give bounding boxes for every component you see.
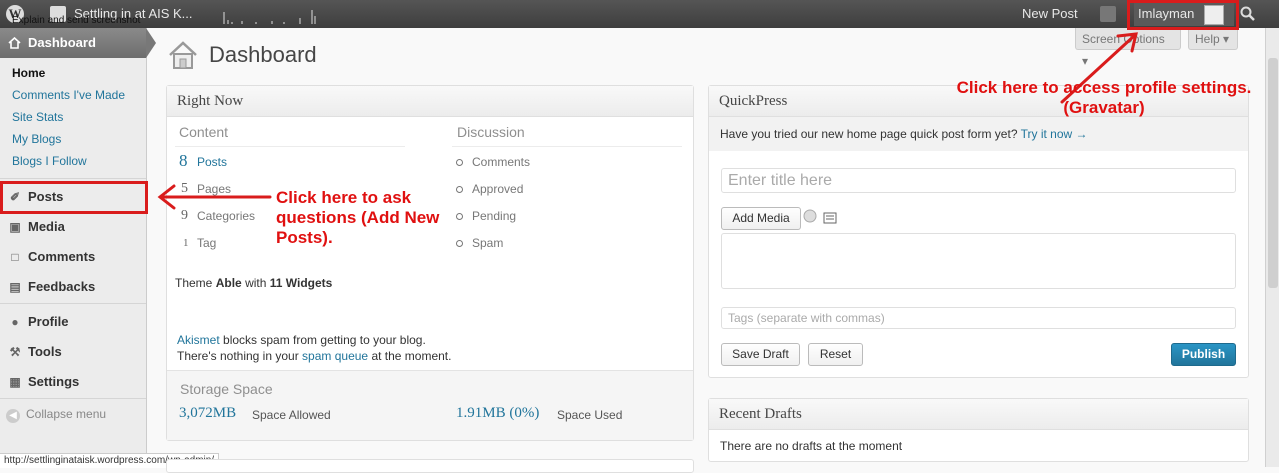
posts-annotation: Click here to ask questions (Add New Pos… bbox=[276, 188, 439, 248]
annotation-line: Click here to access profile settings. bbox=[956, 78, 1252, 97]
annotation-line: questions (Add New bbox=[276, 208, 440, 227]
annotation-line: Click here to ask bbox=[276, 188, 412, 207]
profile-annotation: Click here to access profile settings. (… bbox=[944, 78, 1264, 118]
annotation-line: Posts). bbox=[276, 228, 333, 247]
annotation-arrows bbox=[157, 32, 1138, 210]
annotation-line: (Gravatar) bbox=[1063, 98, 1145, 117]
